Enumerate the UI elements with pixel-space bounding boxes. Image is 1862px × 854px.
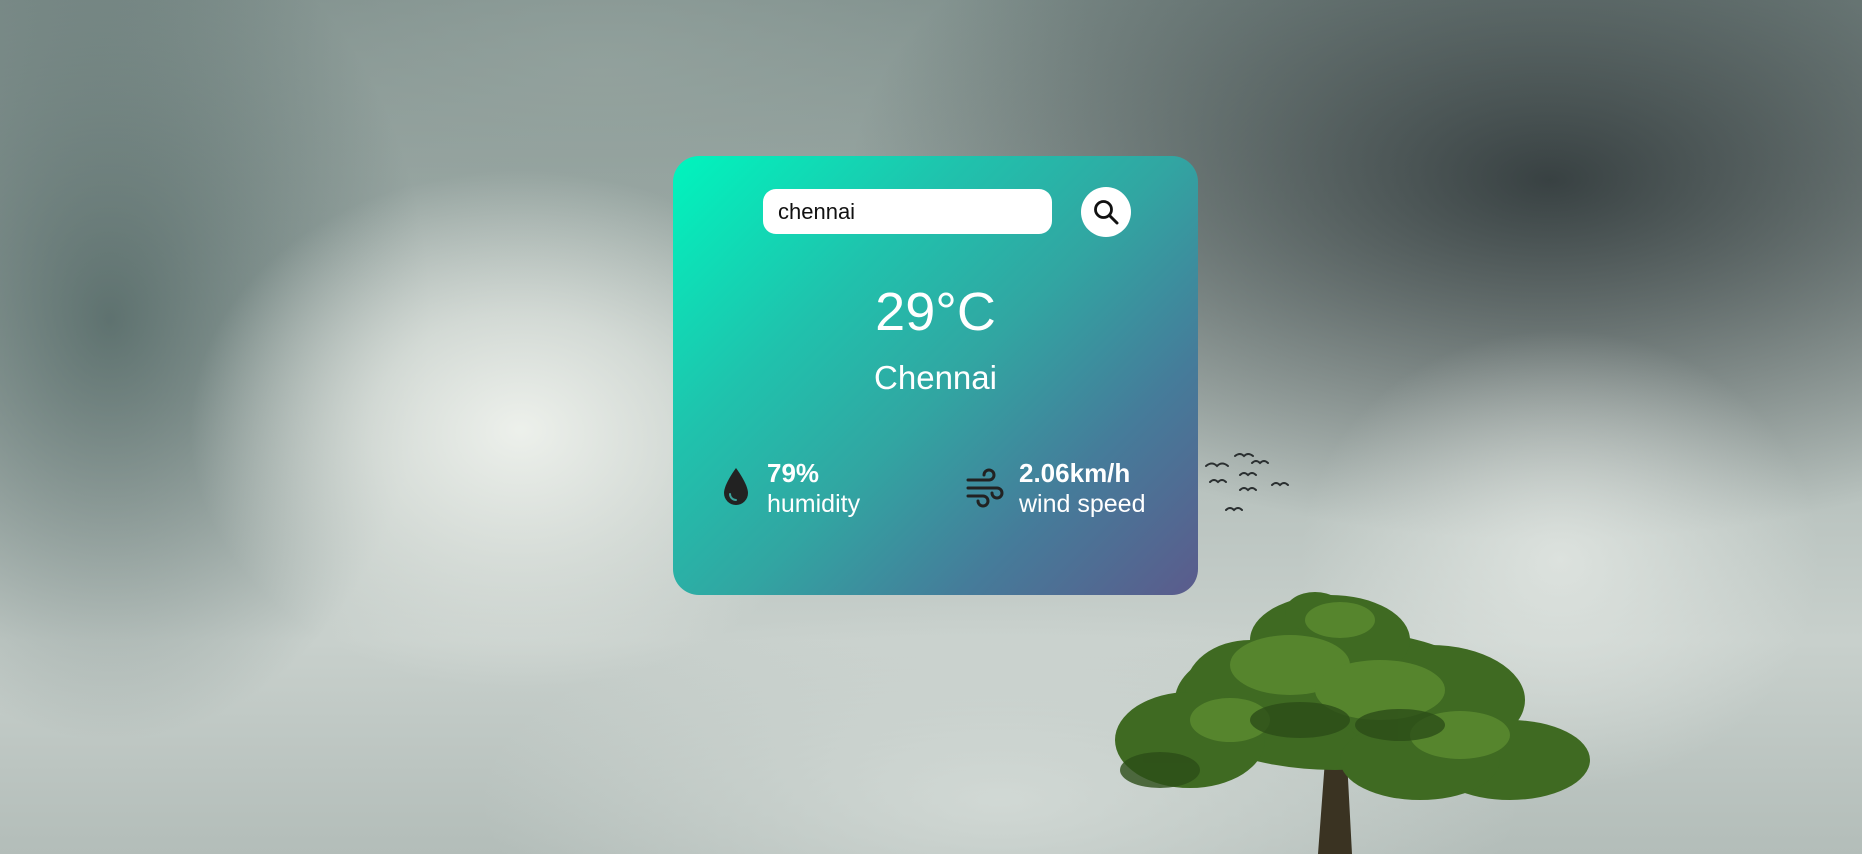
humidity-value: 79% [767, 458, 820, 488]
wind-speed-value: 2.06km/h [1019, 458, 1131, 488]
city-name: Chennai [874, 359, 997, 396]
water-drop-icon [724, 468, 748, 505]
weather-card: 29°C Chennai 79% humidity 2.06km/h wind … [673, 156, 1198, 595]
humidity-label: humidity [767, 490, 861, 518]
wind-speed-label: wind speed [1019, 490, 1146, 518]
wind-icon [966, 468, 1004, 508]
city-search-input[interactable] [763, 189, 1052, 234]
search-icon [1094, 200, 1119, 225]
temperature-value: 29°C [875, 282, 996, 342]
search-button[interactable] [1081, 187, 1131, 237]
